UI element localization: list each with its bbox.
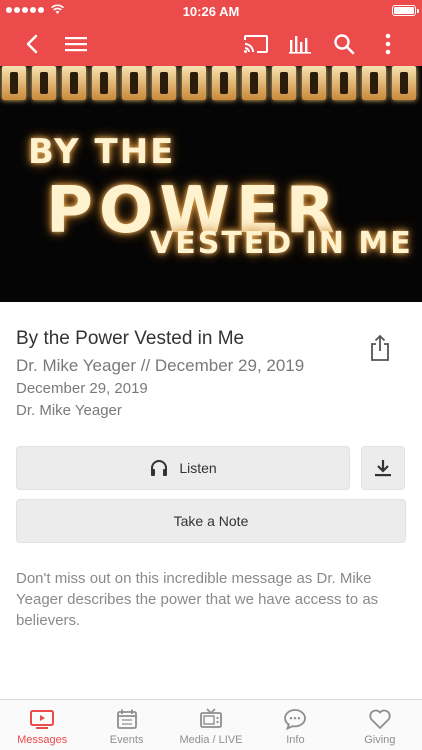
tab-messages[interactable]: Messages	[0, 700, 84, 750]
search-button[interactable]	[324, 22, 364, 66]
tab-label: Events	[109, 734, 144, 746]
tv-icon	[200, 708, 222, 728]
heart-icon	[369, 709, 391, 729]
tab-label: Giving	[364, 734, 396, 746]
message-description: Don't miss out on this incredible messag…	[16, 570, 379, 629]
tab-giving[interactable]: Giving	[338, 700, 422, 750]
tab-events[interactable]: Events	[84, 700, 168, 750]
message-speaker: Dr. Mike Yeager	[16, 402, 122, 419]
tab-info[interactable]: Info	[253, 700, 337, 750]
more-options-button[interactable]	[368, 22, 408, 66]
back-chevron-icon	[26, 34, 38, 54]
tab-label: Media / LIVE	[179, 734, 243, 746]
back-button[interactable]	[12, 22, 52, 66]
status-bar: 10:26 AM	[0, 0, 422, 22]
nav-bar	[0, 22, 422, 66]
tv-play-icon	[30, 710, 55, 729]
search-icon	[334, 34, 355, 55]
artwork-line-3: VESTED IN ME	[150, 226, 413, 261]
audio-button[interactable]	[280, 22, 320, 66]
message-title: By the Power Vested in Me	[16, 328, 245, 349]
tab-label: Info	[286, 734, 305, 746]
tab-label: Messages	[17, 734, 68, 746]
tab-bar: Messages Events Media / LIVE Info Giving	[0, 699, 422, 750]
artwork-title: BY THE POWER VESTED IN ME	[0, 66, 422, 302]
cast-icon	[244, 35, 268, 53]
menu-button[interactable]	[56, 22, 96, 66]
listen-label: Listen	[179, 460, 217, 476]
download-icon	[375, 460, 391, 477]
calendar-icon	[116, 709, 137, 729]
share-icon	[371, 334, 389, 361]
download-button[interactable]	[361, 446, 405, 490]
more-vertical-icon	[385, 33, 391, 55]
status-time: 10:26 AM	[182, 4, 240, 19]
share-button[interactable]	[368, 334, 392, 362]
chat-bubble-icon	[284, 709, 307, 730]
headphones-icon	[151, 460, 168, 476]
take-note-button[interactable]: Take a Note	[16, 499, 406, 543]
menu-icon	[65, 37, 87, 52]
message-subtitle: Dr. Mike Yeager // December 29, 2019	[16, 356, 305, 375]
listen-button[interactable]: Listen	[16, 446, 350, 490]
sermon-artwork: BY THE POWER VESTED IN ME	[0, 66, 422, 302]
battery-icon	[392, 5, 419, 16]
message-date: December 29, 2019	[16, 380, 148, 397]
artwork-line-1: BY THE	[28, 132, 176, 172]
cast-button[interactable]	[236, 22, 276, 66]
tab-media-live[interactable]: Media / LIVE	[169, 700, 253, 750]
audio-bars-icon	[289, 36, 311, 54]
